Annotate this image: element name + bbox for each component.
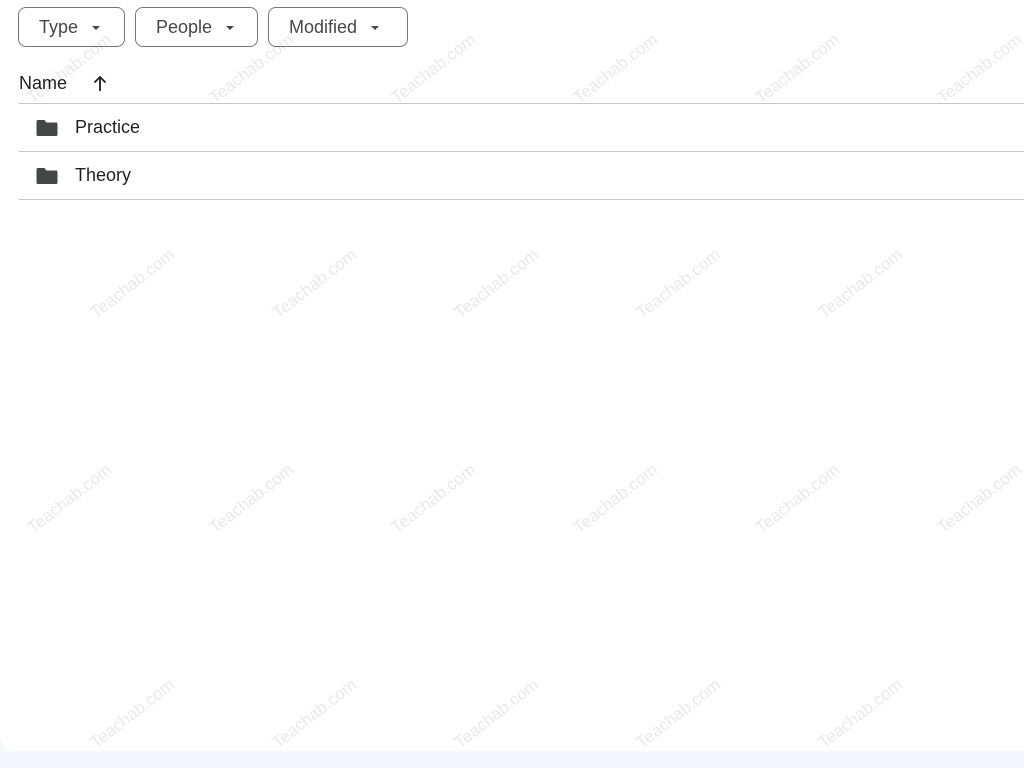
folder-icon [36,167,58,185]
arrow-up-icon[interactable] [91,75,109,93]
watermark-text: Teachab.com [450,674,543,751]
watermark-text: Teachab.com [569,459,662,538]
watermark-text: Teachab.com [23,459,116,538]
watermark-text: Teachab.com [751,459,844,538]
caret-down-icon [371,25,380,30]
modified-filter-label: Modified [289,16,358,37]
people-filter-chip[interactable]: People [135,7,258,47]
watermark-text: Teachab.com [268,244,361,323]
watermark-text: Teachab.com [86,674,179,751]
files-panel: Type People Modified Name Practice Theor… [0,0,1024,751]
name-column-header[interactable]: Name [19,73,67,94]
watermark-text: Teachab.com [387,459,480,538]
watermark-text: Teachab.com [86,244,179,323]
watermark-text: Teachab.com [205,459,298,538]
watermark-text: Teachab.com [933,459,1024,538]
file-browser-page: Type People Modified Name Practice Theor… [0,0,1024,768]
type-filter-label: Type [39,16,79,37]
caret-down-icon [92,25,101,30]
modified-filter-chip[interactable]: Modified [268,7,408,47]
watermark-text: Teachab.com [632,244,725,323]
folder-icon [36,119,58,137]
caret-down-icon [226,25,235,30]
watermark-text: Teachab.com [268,674,361,751]
watermark-text: Teachab.com [632,674,725,751]
watermark-text: Teachab.com [450,244,543,323]
folder-name: Practice [75,117,141,137]
filter-bar: Type People Modified [18,7,408,47]
list-header: Name [19,64,1024,104]
folder-name: Theory [75,165,132,185]
watermark-text: Teachab.com [814,674,907,751]
type-filter-chip[interactable]: Type [18,7,125,47]
watermark-text: Teachab.com [814,244,907,323]
folder-row-theory[interactable]: Theory [19,152,1024,200]
file-list: Practice Theory [19,104,1024,200]
folder-row-practice[interactable]: Practice [19,104,1024,152]
people-filter-label: People [156,16,213,37]
